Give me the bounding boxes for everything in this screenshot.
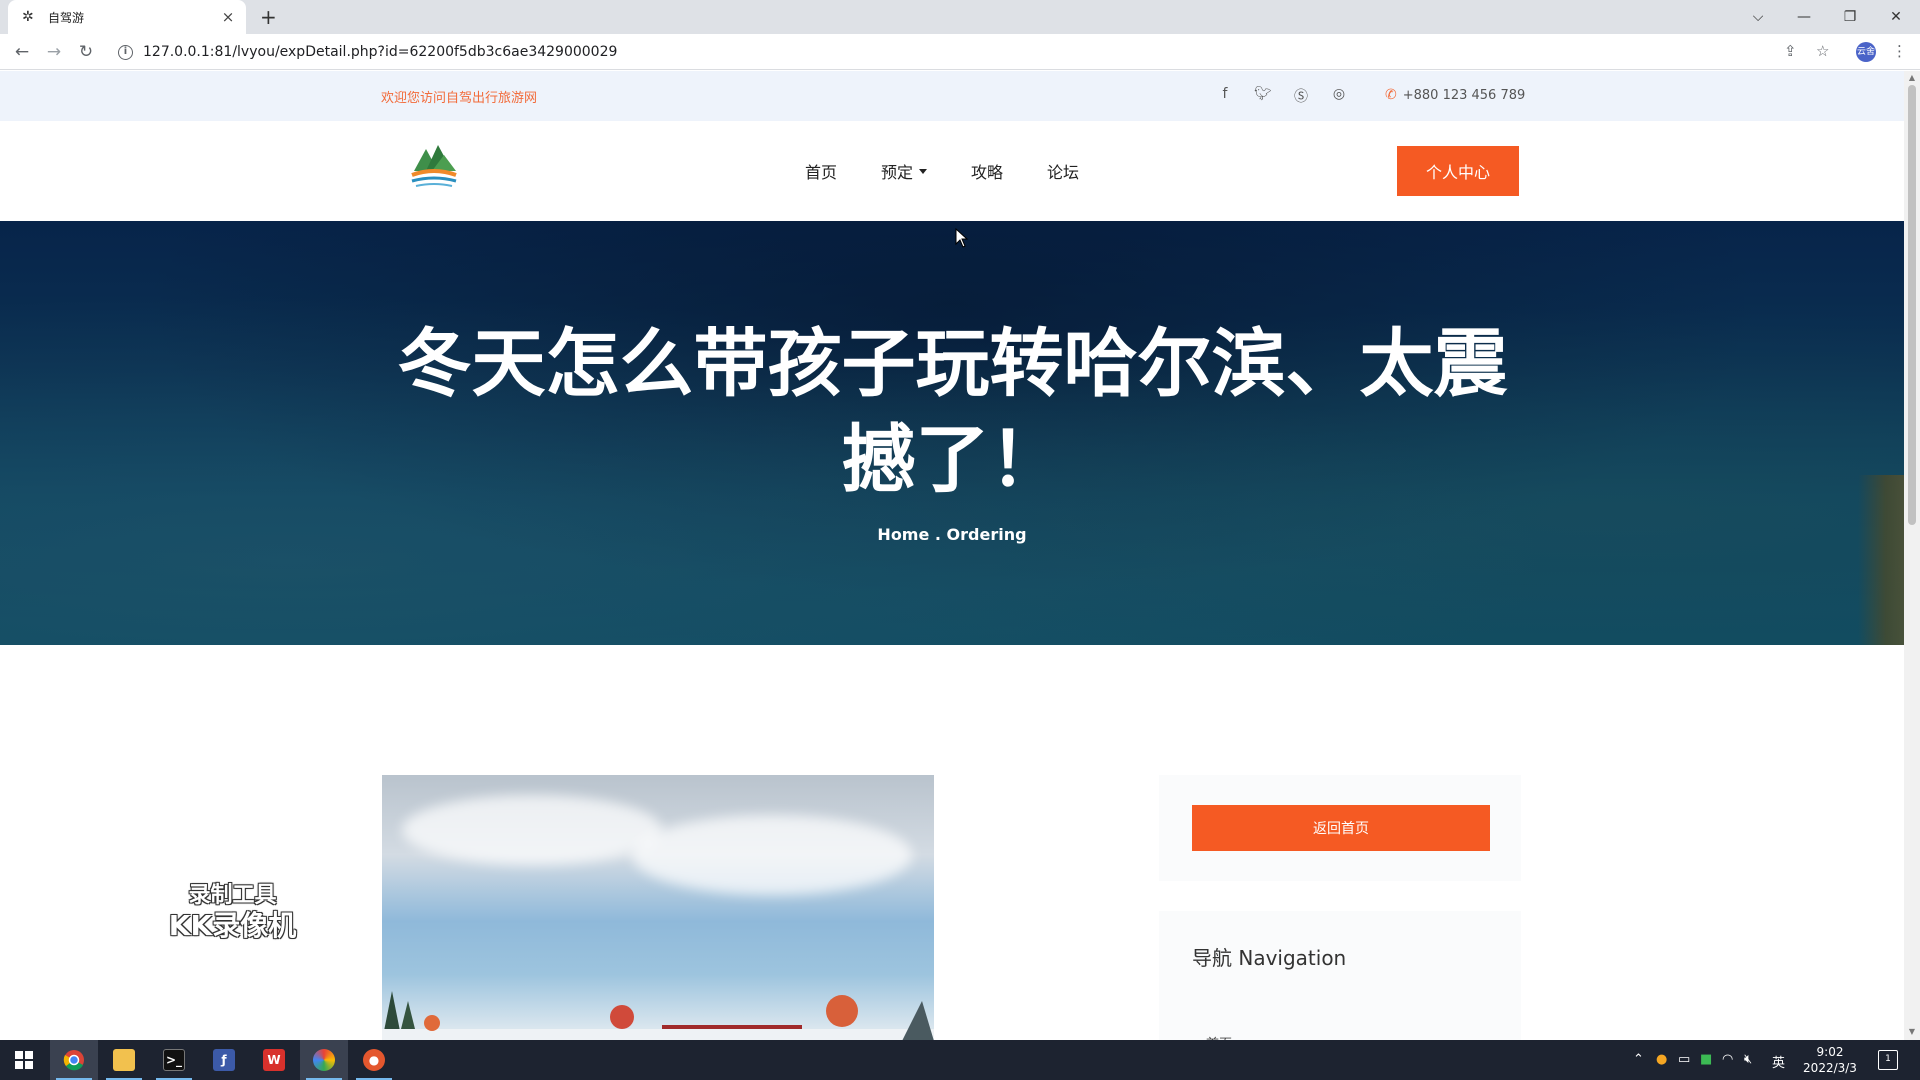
terminal-icon: >_ bbox=[163, 1049, 185, 1071]
breadcrumb-separator: . bbox=[929, 525, 947, 544]
breadcrumb-current: Ordering bbox=[946, 525, 1027, 544]
tab-title: 自驾游 bbox=[48, 10, 85, 25]
sidebar-nav-panel bbox=[1159, 911, 1521, 1040]
cloud-shape bbox=[632, 815, 912, 895]
scroll-down-arrow-icon[interactable]: ▼ bbox=[1904, 1027, 1920, 1036]
web-page: 欢迎您访问自驾出行旅游网 f 🐦︎ Ⓢ ◎ ✆ +880 123 456 789… bbox=[0, 71, 1904, 1040]
back-arrow-icon[interactable]: ← bbox=[12, 42, 32, 62]
facebook-icon[interactable]: f bbox=[1216, 86, 1234, 102]
tray-overflow-icon[interactable]: ⌃ bbox=[1633, 1052, 1644, 1067]
breadcrumb: Home . Ordering bbox=[0, 525, 1904, 544]
tray-app-icon[interactable]: ● bbox=[1656, 1052, 1667, 1067]
forward-arrow-icon[interactable]: → bbox=[44, 42, 64, 62]
instagram-icon[interactable]: ◎ bbox=[1330, 86, 1348, 102]
page-title: 冬天怎么带孩子玩转哈尔滨、太震撼了！ bbox=[397, 321, 1508, 503]
phone-icon: ✆ bbox=[1385, 87, 1397, 103]
taskbar-chrome[interactable] bbox=[50, 1040, 98, 1080]
hero-banner: 冬天怎么带孩子玩转哈尔滨、太震撼了！ Home . Ordering bbox=[0, 221, 1904, 645]
tab-close-icon[interactable]: × bbox=[220, 8, 236, 26]
recorder-watermark: 录制工具 KK录像机 bbox=[160, 881, 305, 941]
start-button[interactable] bbox=[0, 1040, 48, 1080]
minimize-icon[interactable]: — bbox=[1782, 0, 1826, 34]
browser-tab[interactable]: ✲ 自驾游 × bbox=[8, 0, 246, 34]
browser-toolbar: ← → ↻ i 127.0.0.1:81/lvyou/expDetail.php… bbox=[0, 34, 1920, 70]
reload-icon[interactable]: ↻ bbox=[76, 42, 96, 62]
editor-icon: ƒ bbox=[213, 1049, 235, 1071]
watermark-line2: KK录像机 bbox=[168, 909, 297, 942]
profile-avatar[interactable]: 云舍 bbox=[1856, 42, 1876, 62]
twitter-icon[interactable]: 🐦︎ bbox=[1254, 86, 1272, 102]
personal-center-button[interactable]: 个人中心 bbox=[1397, 146, 1519, 196]
taskbar-file-explorer[interactable] bbox=[100, 1040, 148, 1080]
wifi-icon[interactable]: ◠ bbox=[1722, 1052, 1733, 1067]
back-home-button[interactable]: 返回首页 bbox=[1192, 805, 1490, 851]
bookmark-star-icon[interactable]: ☆ bbox=[1816, 42, 1829, 60]
site-info-icon[interactable]: i bbox=[118, 44, 133, 60]
taskbar-recorder[interactable]: ● bbox=[350, 1040, 398, 1080]
address-url[interactable]: 127.0.0.1:81/lvyou/expDetail.php?id=6220… bbox=[143, 44, 617, 60]
chrome-icon bbox=[63, 1050, 84, 1071]
snow-scene-illustration bbox=[382, 991, 934, 1040]
windows-taskbar: >_ ƒ W ● ⌃ ● ▭ ■ ◠ 🔇︎ 英 9:02 2022/3/3 1 bbox=[0, 1040, 1920, 1080]
system-clock[interactable]: 9:02 2022/3/3 bbox=[1800, 1044, 1860, 1076]
nav-guides[interactable]: 攻略 bbox=[971, 159, 1003, 183]
scroll-up-arrow-icon[interactable]: ▲ bbox=[1904, 73, 1920, 82]
folder-icon bbox=[113, 1049, 135, 1071]
taskbar-wps[interactable]: W bbox=[250, 1040, 298, 1080]
tray-battery-icon[interactable]: ▭ bbox=[1678, 1052, 1690, 1067]
hero-tree-decoration bbox=[1858, 475, 1904, 645]
taskbar-editor[interactable]: ƒ bbox=[200, 1040, 248, 1080]
caret-down-icon bbox=[919, 168, 928, 174]
taskbar-terminal[interactable]: >_ bbox=[150, 1040, 198, 1080]
page-scrollbar[interactable]: ▲ ▼ bbox=[1904, 71, 1920, 1040]
colorful-app-icon bbox=[313, 1049, 335, 1071]
article-image bbox=[382, 775, 934, 1040]
restore-icon[interactable]: ❐ bbox=[1828, 0, 1872, 34]
main-nav: 首页 预定 攻略 论坛 bbox=[805, 159, 1123, 183]
taskbar-app-colorful[interactable] bbox=[300, 1040, 348, 1080]
phone-number: +880 123 456 789 bbox=[1402, 87, 1526, 103]
wps-icon: W bbox=[263, 1049, 285, 1071]
site-logo[interactable] bbox=[408, 141, 460, 191]
watermark-line1: 录制工具 bbox=[188, 883, 277, 908]
mouse-cursor-icon bbox=[955, 228, 969, 248]
sidebar-nav-heading: 导航 Navigation bbox=[1192, 946, 1347, 970]
tab-search-chevron-icon[interactable]: ⌵ bbox=[1736, 0, 1780, 34]
nav-forum[interactable]: 论坛 bbox=[1047, 159, 1079, 183]
recorder-icon: ● bbox=[363, 1049, 385, 1071]
address-bar[interactable]: i 127.0.0.1:81/lvyou/expDetail.php?id=62… bbox=[110, 38, 1800, 66]
share-icon[interactable]: ⇪ bbox=[1784, 42, 1797, 60]
scrollbar-thumb[interactable] bbox=[1908, 85, 1916, 525]
breadcrumb-home[interactable]: Home bbox=[877, 525, 929, 544]
nav-booking-dropdown[interactable]: 预定 bbox=[881, 159, 928, 183]
clock-time: 9:02 bbox=[1816, 1045, 1844, 1059]
site-header: 首页 预定 攻略 论坛 个人中心 bbox=[0, 121, 1904, 221]
close-window-icon[interactable]: ✕ bbox=[1874, 0, 1918, 34]
skype-icon[interactable]: Ⓢ bbox=[1292, 86, 1310, 106]
gear-favicon-icon: ✲ bbox=[22, 9, 34, 25]
clock-date: 2022/3/3 bbox=[1803, 1061, 1857, 1075]
nav-home[interactable]: 首页 bbox=[805, 159, 837, 183]
notification-center-icon[interactable]: 1 bbox=[1878, 1050, 1898, 1070]
volume-muted-icon[interactable]: 🔇︎ bbox=[1744, 1052, 1752, 1067]
browser-menu-icon[interactable]: ⋮ bbox=[1892, 42, 1907, 60]
top-info-bar: 欢迎您访问自驾出行旅游网 f 🐦︎ Ⓢ ◎ ✆ +880 123 456 789 bbox=[0, 71, 1904, 121]
tray-green-icon[interactable]: ■ bbox=[1700, 1052, 1712, 1067]
phone-contact: ✆ +880 123 456 789 bbox=[1385, 87, 1525, 103]
welcome-text: 欢迎您访问自驾出行旅游网 bbox=[381, 91, 538, 106]
cloud-shape bbox=[402, 795, 662, 865]
ime-indicator[interactable]: 英 bbox=[1772, 1052, 1785, 1071]
sidebar-link-home[interactable]: 首页 bbox=[1206, 1033, 1232, 1040]
new-tab-button[interactable]: + bbox=[260, 5, 277, 29]
browser-tab-bar: ✲ 自驾游 × + ⌵ — ❐ ✕ bbox=[0, 0, 1920, 34]
windows-logo-icon bbox=[15, 1051, 33, 1069]
